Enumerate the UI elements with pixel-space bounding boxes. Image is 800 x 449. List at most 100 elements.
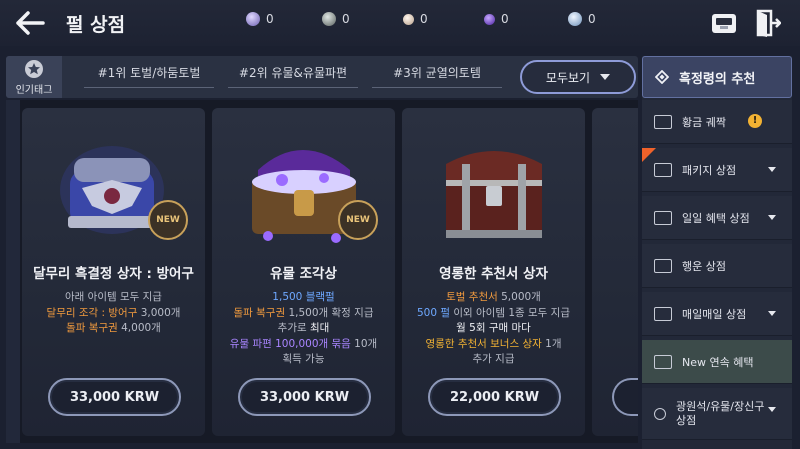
sidebar-header-recommend[interactable]: 흑정령의 추천 [642, 56, 792, 98]
sidebar-item-label: 행운 상점 [682, 259, 726, 273]
shop-box-icon [654, 210, 672, 225]
sidebar-item[interactable]: 행운 상점 [642, 244, 792, 288]
sidebar-item[interactable]: 매일매일 상점 [642, 292, 792, 336]
description-text: 토벌 추천서 [446, 291, 498, 303]
tag-rank-1[interactable]: #1위 토벌/하둠토벌 [84, 64, 214, 88]
sidebar-item[interactable]: 광원석/유물/장신구 상점 [642, 388, 792, 440]
description-line: 추가로 최대 [216, 321, 391, 337]
mailbox-icon[interactable] [710, 10, 738, 36]
product-card[interactable]: NEW 달무리 흑결정 상자 : 방어구 아래 아이템 모두 지급 달무리 조각 … [22, 108, 205, 436]
sale-ribbon-icon [642, 148, 656, 162]
description-line: 1,500 블랙펄 [216, 290, 391, 306]
description-text: 영롱한 추천서 보너스 상자 [425, 337, 542, 350]
description-line: 획득 가능 [216, 352, 391, 368]
chevron-down-icon [768, 407, 776, 412]
description-text: 돌파 복구권 [66, 322, 118, 334]
description-text: 추가 지급 [472, 353, 515, 365]
popular-tag-text: 인기태그 [15, 85, 53, 96]
description-line: 유물 파편 100,000개 묶음 10개 [216, 337, 391, 353]
new-badge: NEW [338, 200, 378, 240]
view-all-dropdown[interactable]: 모두보기 [520, 60, 636, 94]
chevron-down-icon [768, 311, 776, 316]
view-all-label: 모두보기 [545, 70, 591, 85]
recommendation-chest-image [402, 108, 585, 258]
description-text: 1개 [541, 337, 562, 350]
description-line: 추가 지급 [406, 352, 581, 368]
currency-value: 0 [588, 12, 596, 26]
buy-button-partial[interactable] [612, 378, 638, 416]
description-text: 유물 파편 100,000개 묶음 [229, 337, 351, 350]
description-text: 최대 [310, 322, 330, 334]
page-title: 펄 상점 [66, 14, 126, 36]
exit-door-icon[interactable] [755, 9, 781, 37]
chevron-down-icon [768, 167, 776, 172]
silver-coin-icon [322, 12, 336, 26]
ring-icon [654, 407, 666, 420]
buy-button[interactable]: 33,000 KRW [238, 378, 371, 416]
carousel-left-edge [6, 100, 20, 443]
description-text: 5,000개 [497, 291, 541, 303]
shop-box-icon [654, 114, 672, 129]
sidebar-item-label: 광원석/유물/장신구 상점 [676, 399, 765, 427]
alert-icon: ! [748, 114, 762, 128]
description-text: 획득 가능 [282, 353, 325, 365]
popular-tag-bar: 인기태그 #1위 토벌/하둠토벌 #2위 유물&유물파편 #3위 균열의토템 모… [6, 56, 638, 98]
product-description: 토벌 추천서 5,000개 500 펄 이외 아이템 1종 모두 지급 월 5회 구… [406, 290, 581, 368]
top-bar: 펄 상점 0 0 0 0 0 [0, 0, 800, 46]
moonstone-icon [246, 12, 260, 26]
chevron-down-icon [768, 215, 776, 220]
new-badge: NEW [148, 200, 188, 240]
sidebar-header-label: 흑정령의 추천 [679, 71, 756, 87]
currency-silver: 0 [322, 12, 350, 26]
tag-rank-3[interactable]: #3위 균열의토템 [372, 64, 502, 88]
description-text: 500 펄 [416, 306, 451, 319]
currency-value: 0 [266, 12, 274, 26]
sidebar-item-label: 매일매일 상점 [682, 307, 747, 321]
buy-button[interactable]: 33,000 KRW [48, 378, 181, 416]
shop-category-sidebar: 흑정령의 추천 황금 궤짝! 패키지 상점일일 혜택 상점행운 상점매일매일 상점… [642, 56, 792, 449]
description-text: 1,500 블랙펄 [272, 291, 335, 303]
description-line: 달무리 조각 : 방어구 3,000개 [26, 306, 201, 322]
currency-value: 0 [501, 12, 509, 26]
product-card[interactable]: NEW 유물 조각상 1,500 블랙펄 돌파 복구권 1,500개 확정 지급 추… [212, 108, 395, 436]
description-line: 돌파 복구권 1,500개 확정 지급 [216, 306, 391, 322]
tag-rank-2[interactable]: #2위 유물&유물파편 [228, 64, 358, 88]
description-text: 3,000개 [137, 306, 181, 319]
product-name: 영롱한 추천서 상자 [439, 266, 548, 282]
product-carousel[interactable]: NEW 달무리 흑결정 상자 : 방어구 아래 아이템 모두 지급 달무리 조각 … [6, 100, 638, 443]
product-card-partial[interactable] [592, 108, 638, 436]
star-icon [25, 60, 43, 78]
product-card[interactable]: 영롱한 추천서 상자 토벌 추천서 5,000개 500 펄 이외 아이템 1종 … [402, 108, 585, 436]
sidebar-item-label: New 연속 혜택 [682, 355, 754, 369]
shop-box-icon [654, 306, 672, 321]
sidebar-item[interactable]: New 연속 혜택 [642, 340, 792, 384]
description-text: 1,500개 확정 지급 [285, 306, 374, 319]
sidebar-item[interactable]: 일일 혜택 상점 [642, 196, 792, 240]
diamond-icon [655, 70, 669, 84]
description-text: 이외 아이템 1종 모두 지급 [450, 306, 570, 319]
description-line: 영롱한 추천서 보너스 상자 1개 [406, 337, 581, 353]
back-arrow-icon[interactable] [14, 9, 46, 37]
chevron-down-icon [600, 74, 611, 80]
description-text: 월 5회 구매 마다 [456, 322, 531, 334]
popular-tag-label: 인기태그 [6, 56, 62, 98]
currency-pearl: 0 [403, 12, 428, 26]
sidebar-item[interactable]: 패키지 상점 [642, 148, 792, 192]
description-line: 돌파 복구권 4,000개 [26, 321, 201, 337]
product-description: 1,500 블랙펄돌파 복구권 1,500개 확정 지급 추가로 최대 유물 파편 … [216, 290, 391, 368]
buy-button[interactable]: 22,000 KRW [428, 378, 561, 416]
description-line: 월 5회 구매 마다 [406, 321, 581, 337]
currency-value: 0 [342, 12, 350, 26]
shop-box-icon [654, 258, 672, 273]
shop-box-icon [654, 162, 672, 177]
description-text: 10개 [350, 337, 378, 350]
currency-moonstone: 0 [246, 12, 274, 26]
currency-value: 0 [420, 12, 428, 26]
description-line: 500 펄 이외 아이템 1종 모두 지급 [406, 306, 581, 322]
sidebar-item[interactable]: 황금 궤짝! [642, 100, 792, 144]
shop-box-icon [654, 354, 672, 369]
purple-pearl-icon [484, 13, 495, 25]
product-name: 달무리 흑결정 상자 : 방어구 [33, 266, 194, 282]
pearl-icon [403, 13, 414, 25]
sidebar-item-label: 패키지 상점 [682, 163, 737, 177]
